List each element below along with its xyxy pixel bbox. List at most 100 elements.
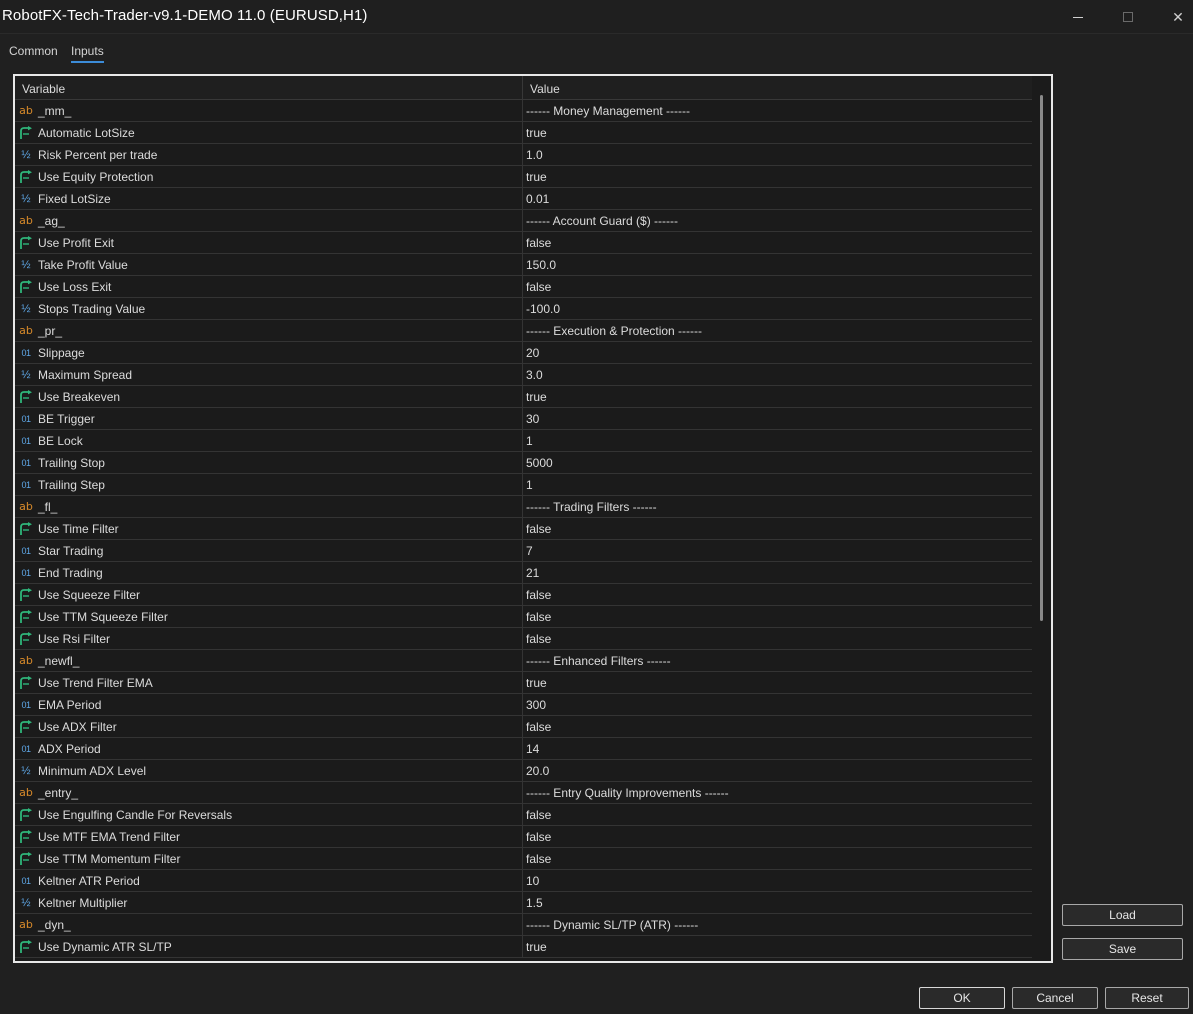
variable-value[interactable]: ------ Money Management ------ [526,104,690,118]
table-row[interactable]: ½ Take Profit Value 150.0 [15,254,1032,276]
table-row[interactable]: ½ Fixed LotSize 0.01 [15,188,1032,210]
variable-value[interactable]: 10 [526,874,539,888]
table-row[interactable]: Use Time Filter false [15,518,1032,540]
variable-value[interactable]: false [526,830,551,844]
table-row[interactable]: Use Loss Exit false [15,276,1032,298]
tab-inputs[interactable]: Inputs [71,44,104,63]
table-row[interactable]: 01 EMA Period 300 [15,694,1032,716]
variable-value[interactable]: 1.0 [526,148,543,162]
table-row[interactable]: Use TTM Squeeze Filter false [15,606,1032,628]
variable-value[interactable]: 150.0 [526,258,556,272]
variable-value[interactable]: ------ Account Guard ($) ------ [526,214,678,228]
table-row[interactable]: 01 End Trading 21 [15,562,1032,584]
table-row[interactable]: Use Squeeze Filter false [15,584,1032,606]
table-row[interactable]: ½ Keltner Multiplier 1.5 [15,892,1032,914]
int-type-icon: 01 [21,568,31,578]
table-row[interactable]: ab _ag_ ------ Account Guard ($) ------ [15,210,1032,232]
table-row[interactable]: 01 BE Trigger 30 [15,408,1032,430]
table-row[interactable]: Use Equity Protection true [15,166,1032,188]
column-header-variable[interactable]: Variable [22,82,65,96]
cell-divider [522,892,523,914]
table-row[interactable]: 01 ADX Period 14 [15,738,1032,760]
load-button[interactable]: Load [1062,904,1183,926]
variable-value[interactable]: false [526,588,551,602]
table-row[interactable]: Use Profit Exit false [15,232,1032,254]
variable-value[interactable]: 1.5 [526,896,543,910]
grid-rows: ab _mm_ ------ Money Management ------ Auto… [15,100,1032,958]
variable-value[interactable]: true [526,126,547,140]
table-row[interactable]: 01 Star Trading 7 [15,540,1032,562]
variable-value[interactable]: true [526,170,547,184]
column-divider[interactable] [522,76,523,100]
variable-value[interactable]: false [526,852,551,866]
variable-value[interactable]: 14 [526,742,539,756]
table-row[interactable]: ab _mm_ ------ Money Management ------ [15,100,1032,122]
variable-value[interactable]: 30 [526,412,539,426]
table-row[interactable]: ab _newfl_ ------ Enhanced Filters ------ [15,650,1032,672]
table-row[interactable]: ½ Maximum Spread 3.0 [15,364,1032,386]
table-row[interactable]: 01 Keltner ATR Period 10 [15,870,1032,892]
variable-value[interactable]: 0.01 [526,192,549,206]
reset-button[interactable]: Reset [1105,987,1189,1009]
cancel-button[interactable]: Cancel [1012,987,1098,1009]
table-row[interactable]: 01 Slippage 20 [15,342,1032,364]
vertical-scrollbar[interactable] [1032,76,1051,961]
variable-value[interactable]: 5000 [526,456,553,470]
table-row[interactable]: Use Breakeven true [15,386,1032,408]
table-row[interactable]: ½ Minimum ADX Level 20.0 [15,760,1032,782]
variable-value[interactable]: -100.0 [526,302,560,316]
bool-type-icon [18,631,34,647]
variable-value[interactable]: 1 [526,478,533,492]
bool-type-icon [18,587,34,603]
variable-value[interactable]: 20 [526,346,539,360]
ok-button[interactable]: OK [919,987,1005,1009]
variable-value[interactable]: false [526,720,551,734]
variable-value[interactable]: false [526,236,551,250]
table-row[interactable]: ab _dyn_ ------ Dynamic SL/TP (ATR) ------ [15,914,1032,936]
int-type-icon: 01 [21,700,31,710]
table-row[interactable]: 01 BE Lock 1 [15,430,1032,452]
variable-value[interactable]: true [526,390,547,404]
table-row[interactable]: 01 Trailing Stop 5000 [15,452,1032,474]
table-row[interactable]: Use TTM Momentum Filter false [15,848,1032,870]
variable-value[interactable]: 1 [526,434,533,448]
variable-value[interactable]: true [526,676,547,690]
variable-value[interactable]: 300 [526,698,546,712]
table-row[interactable]: Automatic LotSize true [15,122,1032,144]
variable-value[interactable]: false [526,522,551,536]
variable-value[interactable]: false [526,280,551,294]
table-row[interactable]: 01 Trailing Step 1 [15,474,1032,496]
table-row[interactable]: ½ Stops Trading Value -100.0 [15,298,1032,320]
minimize-button[interactable] [1055,0,1101,34]
variable-value[interactable]: ------ Enhanced Filters ------ [526,654,671,668]
save-button[interactable]: Save [1062,938,1183,960]
tab-common[interactable]: Common [9,44,58,61]
variable-value[interactable]: true [526,940,547,954]
variable-value[interactable]: ------ Dynamic SL/TP (ATR) ------ [526,918,698,932]
table-row[interactable]: ab _pr_ ------ Execution & Protection ----… [15,320,1032,342]
string-type-icon: ab [19,654,33,667]
variable-value[interactable]: false [526,632,551,646]
table-row[interactable]: Use Rsi Filter false [15,628,1032,650]
maximize-button[interactable] [1105,0,1151,34]
variable-value[interactable]: 3.0 [526,368,543,382]
variable-value[interactable]: 20.0 [526,764,549,778]
table-row[interactable]: ab _entry_ ------ Entry Quality Improvemen… [15,782,1032,804]
variable-value[interactable]: 21 [526,566,539,580]
variable-value[interactable]: ------ Trading Filters ------ [526,500,657,514]
scrollbar-thumb[interactable] [1040,95,1043,621]
table-row[interactable]: ½ Risk Percent per trade 1.0 [15,144,1032,166]
variable-value[interactable]: ------ Entry Quality Improvements ------ [526,786,729,800]
variable-value[interactable]: ------ Execution & Protection ------ [526,324,702,338]
variable-value[interactable]: false [526,610,551,624]
table-row[interactable]: Use Trend Filter EMA true [15,672,1032,694]
table-row[interactable]: Use Dynamic ATR SL/TP true [15,936,1032,958]
variable-value[interactable]: false [526,808,551,822]
close-button[interactable]: ✕ [1155,0,1193,34]
table-row[interactable]: Use Engulfing Candle For Reversals false [15,804,1032,826]
table-row[interactable]: Use ADX Filter false [15,716,1032,738]
table-row[interactable]: Use MTF EMA Trend Filter false [15,826,1032,848]
column-header-value[interactable]: Value [530,82,560,96]
variable-value[interactable]: 7 [526,544,533,558]
table-row[interactable]: ab _fl_ ------ Trading Filters ------ [15,496,1032,518]
